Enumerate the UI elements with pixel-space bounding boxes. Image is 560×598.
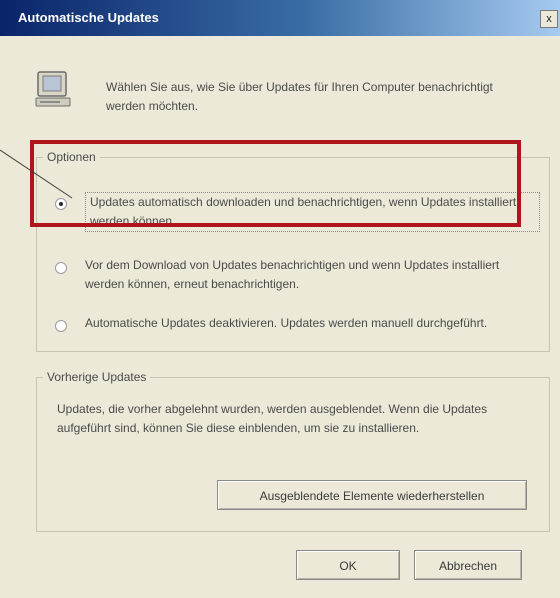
- options-legend: Optionen: [47, 150, 96, 164]
- option-disable-updates-label[interactable]: Automatische Updates deaktivieren. Updat…: [85, 314, 530, 333]
- automatic-updates-dialog: Automatische Updates x Wählen Sie aus, w…: [0, 0, 560, 598]
- radio-auto-download[interactable]: [55, 198, 67, 210]
- intro-text: Wählen Sie aus, wie Sie über Updates für…: [106, 80, 493, 113]
- restore-hidden-items-button[interactable]: Ausgeblendete Elemente wiederherstellen: [217, 480, 527, 510]
- ok-button[interactable]: OK: [296, 550, 400, 580]
- options-group: Optionen Updates automatisch downloaden …: [36, 150, 550, 352]
- previous-updates-text: Updates, die vorher abgelehnt wurden, we…: [57, 402, 488, 435]
- option-auto-download[interactable]: Updates automatisch downloaden und benac…: [55, 192, 540, 234]
- monitor-icon: [34, 70, 74, 110]
- option-auto-download-label[interactable]: Updates automatisch downloaden und benac…: [85, 192, 540, 232]
- cancel-button[interactable]: Abbrechen: [414, 550, 522, 580]
- option-notify-before-download-label[interactable]: Vor dem Download von Updates benachricht…: [85, 256, 530, 294]
- option-disable-updates[interactable]: Automatische Updates deaktivieren. Updat…: [55, 314, 525, 356]
- window-title: Automatische Updates: [18, 10, 159, 25]
- close-button[interactable]: x: [540, 10, 558, 28]
- title-bar[interactable]: Automatische Updates x: [0, 0, 560, 36]
- option-notify-before-download[interactable]: Vor dem Download von Updates benachricht…: [55, 256, 525, 298]
- previous-updates-group: Vorherige Updates Updates, die vorher ab…: [36, 370, 550, 532]
- radio-notify-before-download[interactable]: [55, 262, 67, 274]
- radio-disable-updates[interactable]: [55, 320, 67, 332]
- previous-updates-legend: Vorherige Updates: [47, 370, 147, 384]
